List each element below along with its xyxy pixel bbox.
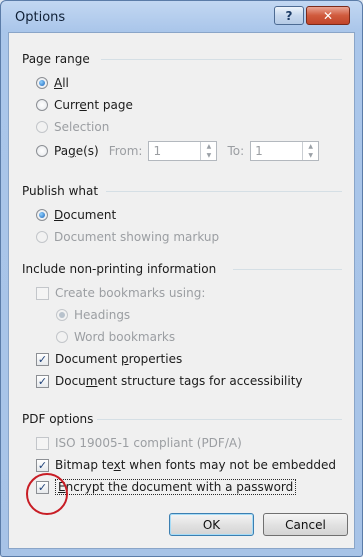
checkbox-encrypt[interactable]: ✓ Encrypt the document with a password xyxy=(36,477,297,497)
from-spinner: 1 ▲ ▼ xyxy=(148,141,218,161)
non-printing-divider xyxy=(233,269,342,270)
options-dialog: Options ? ✕ Page range All Current page … xyxy=(0,0,363,557)
spin-up-icon: ▲ xyxy=(206,142,212,150)
radio-headings: Headings xyxy=(56,305,130,325)
close-icon: ✕ xyxy=(322,8,334,23)
checkbox-structure-tags[interactable]: ✓ Document structure tags for accessibil… xyxy=(36,371,303,391)
page-range-divider xyxy=(101,59,342,60)
from-spinner-arrows: ▲ ▼ xyxy=(200,142,216,160)
radio-document-markup-indicator xyxy=(36,231,48,243)
from-value: 1 xyxy=(153,144,162,158)
to-label: To: xyxy=(227,144,245,158)
publish-what-divider xyxy=(106,191,342,192)
radio-headings-label: Headings xyxy=(74,308,131,322)
radio-selection-indicator xyxy=(36,121,48,133)
spin-up-icon: ▲ xyxy=(308,142,313,150)
cancel-button[interactable]: Cancel xyxy=(263,513,348,536)
ok-button[interactable]: OK xyxy=(169,513,254,536)
radio-document-markup: Document showing markup xyxy=(36,227,219,247)
dialog-title: Options xyxy=(15,10,66,25)
radio-word-bookmarks: Word bookmarks xyxy=(56,327,175,347)
radio-headings-indicator xyxy=(56,309,68,321)
radio-pages[interactable]: Page(s) From: 1 ▲ ▼ To: 1 ▲ ▼ xyxy=(36,139,320,163)
checkbox-bitmap-text-label: Bitmap text when fonts may not be embedd… xyxy=(55,458,336,472)
checkbox-document-properties[interactable]: ✓ Document properties xyxy=(36,349,182,369)
checkbox-iso-compliant-label: ISO 19005-1 compliant (PDF/A) xyxy=(55,436,242,450)
radio-pages-label: Page(s) xyxy=(54,144,99,158)
title-bar[interactable]: Options ? ✕ xyxy=(1,1,362,33)
checkbox-document-properties-box[interactable]: ✓ xyxy=(36,352,49,366)
radio-document-indicator[interactable] xyxy=(36,209,48,221)
radio-all[interactable]: All xyxy=(36,73,69,93)
checkbox-structure-tags-label: Document structure tags for accessibilit… xyxy=(55,374,303,388)
pdf-options-heading: PDF options xyxy=(22,412,94,426)
non-printing-heading: Include non-printing information xyxy=(22,262,217,276)
checkbox-document-properties-label: Document properties xyxy=(55,352,183,366)
spin-down-icon: ▼ xyxy=(206,151,212,159)
radio-pages-indicator[interactable] xyxy=(36,145,48,157)
to-value: 1 xyxy=(255,144,263,158)
checkbox-encrypt-label: Encrypt the document with a password xyxy=(55,479,297,495)
checkbox-bitmap-text[interactable]: ✓ Bitmap text when fonts may not be embe… xyxy=(36,455,336,475)
to-spinner-arrows: ▲ ▼ xyxy=(302,142,318,160)
checkbox-bitmap-text-box[interactable]: ✓ xyxy=(36,458,49,472)
page-range-heading: Page range xyxy=(22,52,90,66)
from-label: From: xyxy=(108,144,143,158)
checkbox-encrypt-box[interactable]: ✓ xyxy=(36,480,49,494)
radio-word-bookmarks-indicator xyxy=(56,331,68,343)
radio-document-markup-label: Document showing markup xyxy=(54,230,220,244)
radio-current-page-indicator[interactable] xyxy=(36,99,48,111)
radio-current-page[interactable]: Current page xyxy=(36,95,133,115)
publish-what-heading: Publish what xyxy=(22,184,99,198)
checkbox-iso-compliant-box xyxy=(36,436,49,450)
help-button[interactable]: ? xyxy=(274,6,304,25)
radio-all-indicator[interactable] xyxy=(36,77,48,89)
radio-selection: Selection xyxy=(36,117,109,137)
radio-document-label: Document xyxy=(54,208,117,222)
spin-down-icon: ▼ xyxy=(308,151,313,159)
checkbox-create-bookmarks-label: Create bookmarks using: xyxy=(55,286,206,300)
checkbox-iso-compliant: ISO 19005-1 compliant (PDF/A) xyxy=(36,433,242,453)
help-icon: ? xyxy=(285,8,293,23)
checkbox-create-bookmarks: Create bookmarks using: xyxy=(36,283,205,303)
close-button[interactable]: ✕ xyxy=(306,6,350,25)
checkbox-create-bookmarks-box xyxy=(36,286,49,300)
radio-current-page-label: Current page xyxy=(54,98,133,112)
radio-all-label: All xyxy=(54,76,69,90)
checkbox-structure-tags-box[interactable]: ✓ xyxy=(36,374,49,388)
pdf-options-divider xyxy=(97,419,342,420)
radio-selection-label: Selection xyxy=(54,120,110,134)
radio-document[interactable]: Document xyxy=(36,205,116,225)
to-spinner: 1 ▲ ▼ xyxy=(250,141,320,161)
dialog-body: Page range All Current page Selection Pa… xyxy=(8,32,355,549)
radio-word-bookmarks-label: Word bookmarks xyxy=(74,330,176,344)
